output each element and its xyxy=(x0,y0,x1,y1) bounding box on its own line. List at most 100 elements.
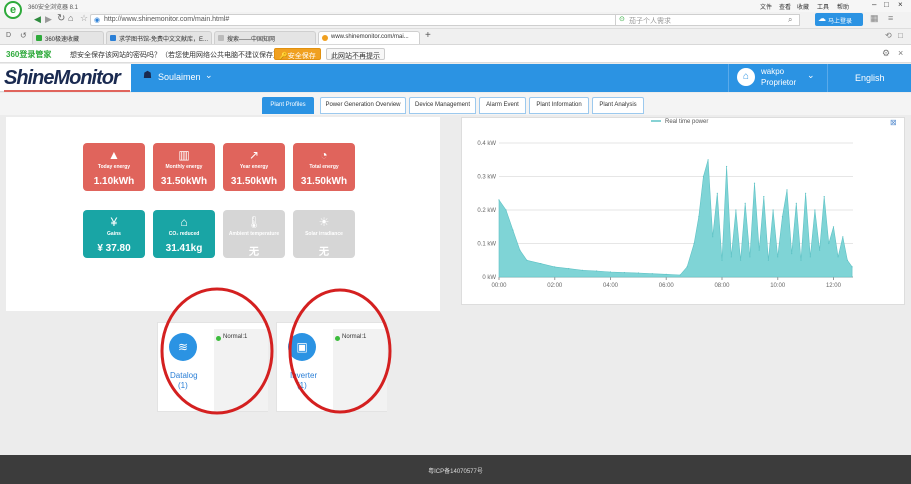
tab-device-management[interactable]: Device Management xyxy=(409,97,476,114)
y-tick-label: 0.2 kW xyxy=(477,208,496,214)
data-point xyxy=(800,259,802,261)
sun-icon: ☀ xyxy=(318,215,330,229)
tab-plant-information[interactable]: Plant Information xyxy=(529,97,589,114)
card-value: 31.50kWh xyxy=(300,176,348,187)
user-role: Proprietor xyxy=(761,78,797,87)
undo-icon[interactable]: ↺ xyxy=(20,31,27,40)
data-point xyxy=(767,259,769,261)
card-label: Year energy xyxy=(239,164,269,170)
menu-icon[interactable]: ≡ xyxy=(888,13,893,23)
user-name: wakpo xyxy=(761,67,785,76)
new-tab-button[interactable]: + xyxy=(425,30,431,41)
tab-alarm-event[interactable]: Alarm Event xyxy=(479,97,526,114)
search-icon[interactable]: ⌕ xyxy=(788,15,792,25)
data-point xyxy=(609,271,612,273)
data-point xyxy=(726,165,728,168)
user-menu[interactable]: ⌂ wakpo Proprietor ⌄ xyxy=(728,64,828,92)
tab-shinemonitor[interactable]: www.shinemonitor.com/mai... xyxy=(318,31,420,44)
tab-close-icon[interactable]: □ xyxy=(898,31,903,40)
save-password-button[interactable]: 🔑安全保存 xyxy=(274,48,321,60)
language-selector[interactable]: English xyxy=(855,73,885,83)
menu-help[interactable]: 帮助 xyxy=(837,2,849,11)
tab-360-favorites[interactable]: 360极速收藏 xyxy=(32,31,104,44)
inverter-count: (1) xyxy=(297,381,307,390)
forward-icon[interactable]: ▶ xyxy=(45,14,52,25)
minimize-icon[interactable]: – xyxy=(872,0,876,9)
password-notification-bar: 360登录管家 想安全保存该网站的密码吗？（若您使用网络公共电脑不建议保存） ⚙… xyxy=(0,45,911,63)
restore-icon[interactable]: ⟲ xyxy=(885,31,892,40)
menu-tools[interactable]: 工具 xyxy=(817,2,829,11)
logo-underline xyxy=(4,90,130,92)
refresh-icon[interactable]: ↻ xyxy=(57,13,65,24)
card-label: CO₂ reduced xyxy=(168,231,200,237)
x-tick-label: 04:00 xyxy=(603,283,619,289)
data-point xyxy=(582,269,584,271)
data-point xyxy=(519,249,521,251)
menu-favorites[interactable]: 收藏 xyxy=(797,2,809,11)
data-point xyxy=(744,202,746,204)
shinemonitor-logo[interactable]: ShineMonitor xyxy=(4,67,121,90)
card-value: 31.41kg xyxy=(165,243,203,254)
back-icon[interactable]: ◀ xyxy=(34,14,41,25)
inverter-name: Inverter xyxy=(290,371,318,380)
data-point xyxy=(623,272,625,274)
data-point xyxy=(693,242,695,245)
login-manager-brand: 360登录管家 xyxy=(6,50,52,59)
card-value: 无 xyxy=(319,247,329,258)
data-point xyxy=(763,196,765,198)
data-point xyxy=(786,189,788,191)
card-label: Solar irradiance xyxy=(305,231,343,237)
menu-view[interactable]: 查看 xyxy=(779,2,791,11)
tab-plant-profiles[interactable]: Plant Profiles xyxy=(262,97,314,114)
notif-settings-icon[interactable]: ⚙ xyxy=(882,48,890,59)
menu-file[interactable]: 文件 xyxy=(760,2,772,11)
status-dot-icon xyxy=(335,334,341,343)
grid-apps-icon[interactable]: ▦ xyxy=(870,13,879,24)
plant-dropdown-icon[interactable]: ⌄ xyxy=(205,70,213,81)
data-point xyxy=(596,270,598,272)
data-point xyxy=(819,249,821,251)
data-point xyxy=(851,266,853,268)
pie-chart-icon: ◔ xyxy=(320,148,328,162)
data-point xyxy=(665,273,667,275)
tab-list-icon[interactable]: D xyxy=(6,32,11,39)
monthly-energy-card: ▥ Monthly energy 31.50kWh xyxy=(153,143,215,191)
search-box[interactable]: ⊙ 茄子个人需求 ⌕ xyxy=(615,14,800,26)
data-point xyxy=(791,253,793,255)
inverter-device-card[interactable]: ▣ Inverter (1) Normal:1 xyxy=(276,322,387,412)
data-point xyxy=(740,259,742,261)
tab-cnki-search[interactable]: 搜索——中国知网 xyxy=(214,31,316,44)
trend-line-icon: ↗ xyxy=(248,148,260,162)
datalog-device-card[interactable]: ≋ Datalog (1) Normal:1 xyxy=(157,322,268,412)
chart-expand-icon[interactable]: ⊠ xyxy=(890,118,897,127)
plant-name[interactable]: Soulaimen xyxy=(158,72,201,82)
tab-qiuxue-library[interactable]: 求学图书馆-免费中文文献库，E... xyxy=(106,31,212,44)
datalog-count: (1) xyxy=(178,381,188,390)
datalog-status-area: Normal:1 xyxy=(214,329,268,411)
notif-close-icon[interactable]: × xyxy=(898,48,903,58)
tab-power-generation-overview[interactable]: Power Generation Overview xyxy=(320,97,406,114)
maximize-icon[interactable]: □ xyxy=(884,0,889,9)
data-point xyxy=(795,202,797,204)
mountain-chart-icon: ▲ xyxy=(108,148,120,162)
star-tab-icon xyxy=(36,35,42,41)
cloud-icon: ☁ xyxy=(818,14,826,23)
avatar: ⌂ xyxy=(737,68,755,86)
search-input[interactable]: 茄子个人需求 xyxy=(629,16,671,26)
login-button[interactable]: ☁ 马上登录 xyxy=(815,13,863,26)
data-point xyxy=(686,266,688,268)
site-icon: ◉ xyxy=(94,17,101,24)
x-tick-label: 10:00 xyxy=(770,283,786,289)
co2-reduced-card: ⌂ CO₂ reduced 31.41kg xyxy=(153,210,215,258)
favorite-star-icon[interactable]: ☆ xyxy=(80,13,88,24)
close-window-icon[interactable]: × xyxy=(898,0,903,9)
address-bar[interactable]: ◉ http://www.shinemonitor.com/main.html# xyxy=(90,14,660,26)
datalog-icon: ≋ xyxy=(169,333,197,361)
card-label: Gains xyxy=(107,231,121,237)
inverter-status: Normal:1 xyxy=(342,334,367,340)
tab-plant-analysis[interactable]: Plant Analysis xyxy=(592,97,644,114)
home-icon[interactable]: ⌂ xyxy=(68,13,73,23)
never-remind-button[interactable]: 此网站不再提示 xyxy=(326,48,385,60)
ambient-temperature-card: 🌡 Ambient temperature 无 xyxy=(223,210,285,258)
data-point xyxy=(651,273,653,275)
